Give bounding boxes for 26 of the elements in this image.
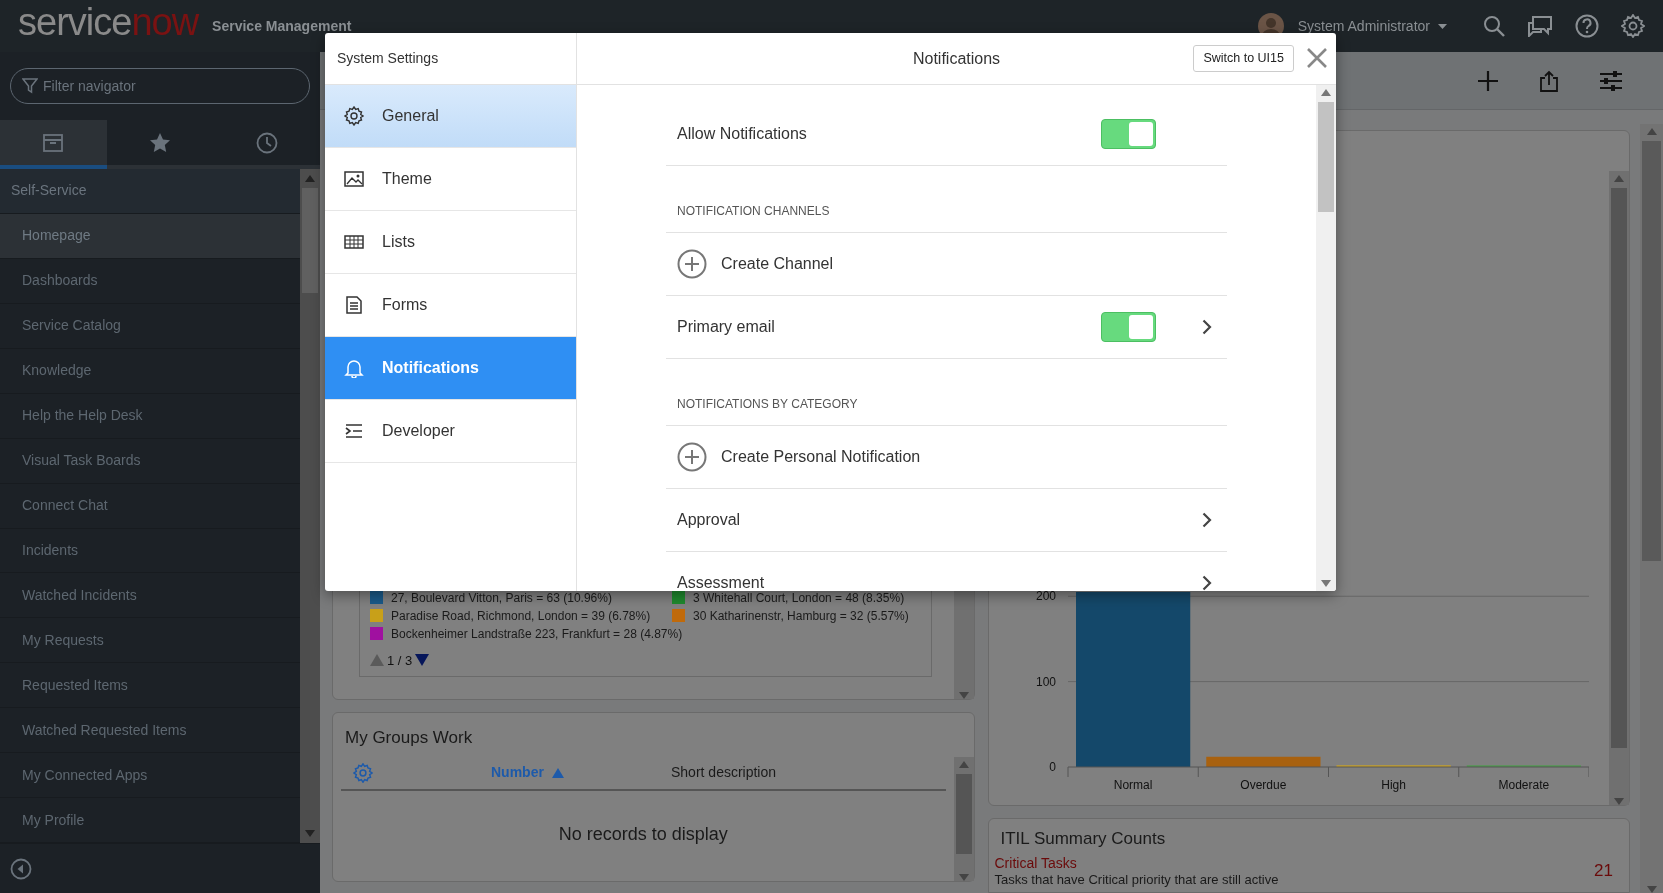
legend-label: 27, Boulevard Vitton, Paris = 63 (10.96%) bbox=[391, 589, 612, 607]
logo: servicenow bbox=[18, 3, 199, 41]
summary-description: Tasks that have Critical priority that are still active bbox=[993, 871, 1280, 888]
axis-label: Moderate bbox=[1498, 778, 1549, 792]
legend-label: Bockenheimer Landstraße 223, Frankfurt = 28 (4.87%) bbox=[391, 625, 683, 643]
axis-label: Overdue bbox=[1239, 778, 1286, 792]
section-heading: NOTIFICATION CHANNELS bbox=[677, 203, 830, 220]
legend-label: 3 Whitehall Court, London = 48 (8.35%) bbox=[693, 589, 905, 607]
empty-message: No records to display bbox=[557, 822, 729, 846]
product-name: Service Management bbox=[212, 16, 352, 36]
card-title: My Groups Work bbox=[344, 727, 474, 749]
axis-label: 0 bbox=[1048, 760, 1056, 774]
legend-label: 30 Katharinenstr, Hamburg = 32 (5.57%) bbox=[693, 607, 909, 625]
axis-label: High bbox=[1380, 778, 1406, 792]
setting-label: Allow Notifications bbox=[677, 124, 807, 144]
dialog-title: Notifications bbox=[912, 48, 1001, 69]
page-indicator: 1 / 3 bbox=[387, 651, 413, 670]
axis-label: 100 bbox=[1035, 674, 1056, 689]
axis-label: Normal bbox=[1113, 778, 1152, 792]
dialog-sidebar-title: System Settings bbox=[337, 49, 439, 68]
legend-label: Paradise Road, Richmond, London = 39 (6.78%) bbox=[391, 607, 651, 625]
section-heading: NOTIFICATIONS BY CATEGORY bbox=[677, 396, 858, 413]
summary-count: 21 bbox=[1594, 861, 1613, 881]
axis-label: 200 bbox=[1035, 591, 1056, 604]
card-title: ITIL Summary Counts bbox=[999, 828, 1167, 850]
setting-label: Primary email bbox=[677, 317, 775, 337]
